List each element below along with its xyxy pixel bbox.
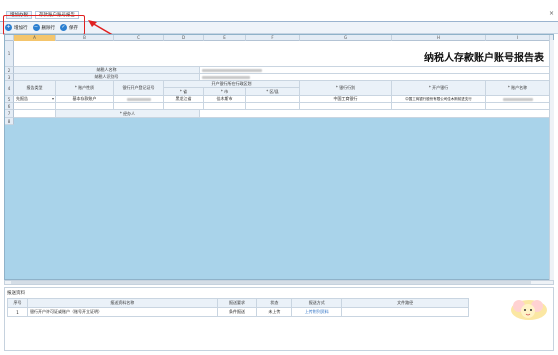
add-row-button[interactable]: + 增加行 xyxy=(5,24,28,31)
row-header[interactable]: 5 xyxy=(5,96,14,103)
account-name-value[interactable] xyxy=(486,96,550,103)
row-header[interactable]: 2 xyxy=(5,67,14,74)
empty-cell[interactable] xyxy=(300,103,392,110)
header-bank-name: * 开户银行 xyxy=(392,81,486,96)
empty-cell[interactable] xyxy=(486,103,550,110)
table-header-row: 序号 报送资料名称 报送要求 状态 报送方式 文件路径 xyxy=(7,298,469,308)
district-value[interactable] xyxy=(246,96,300,103)
taxpayer-name-value[interactable] xyxy=(200,67,550,74)
header-district: * 区/县 xyxy=(246,88,300,96)
tab-bar: 增加办税 存款账户账号报告 xyxy=(6,10,79,19)
row-header[interactable]: 4 xyxy=(5,81,14,96)
cell-path xyxy=(341,307,469,317)
top-strip: 增加办税 存款账户账号报告 × xyxy=(0,0,558,22)
save-label: 保存 xyxy=(69,25,78,31)
empty-cell[interactable] xyxy=(14,103,56,110)
delete-row-button[interactable]: − 删除行 xyxy=(32,24,56,31)
empty-cell[interactable] xyxy=(392,103,486,110)
close-icon[interactable]: × xyxy=(549,11,554,17)
report-sheet: A B C D E F G H I 1 2 3 4 5 6 7 8 纳税人存款账… xyxy=(4,34,554,280)
province-value[interactable]: 黑龙江省 xyxy=(164,96,204,103)
scroll-thumb[interactable] xyxy=(11,281,531,284)
city-value[interactable]: 佳木斯市 xyxy=(204,96,246,103)
cell-requirement: 条件报送 xyxy=(216,307,258,317)
col-no: 序号 xyxy=(7,298,28,308)
header-province: * 省 xyxy=(164,88,204,96)
taxpayer-id-value[interactable] xyxy=(200,74,550,81)
row-header[interactable]: 7 xyxy=(5,110,14,118)
report-type-value: 先报告 xyxy=(16,96,28,101)
cell-no: 1 xyxy=(7,307,28,317)
account-nature-value[interactable]: 基本存款账户 xyxy=(56,96,114,103)
tab-account-report[interactable]: 存款账户账号报告 xyxy=(35,10,79,19)
vertical-scrollbar[interactable] xyxy=(549,40,554,280)
bank-permit-value[interactable] xyxy=(114,96,164,103)
empty-cell[interactable] xyxy=(246,103,300,110)
agent-value[interactable] xyxy=(200,110,550,118)
bank-name-value[interactable]: 中国工商银行股份有限公司佳木斯前进支行 xyxy=(392,96,486,103)
redacted-text xyxy=(202,75,250,79)
empty-cell[interactable] xyxy=(164,103,204,110)
header-report-type: 报告类型 xyxy=(14,81,56,96)
toolbar: + 增加行 − 删除行 ✓ 保存 xyxy=(0,22,558,34)
col-path: 文件路径 xyxy=(341,298,469,308)
empty-cell[interactable] xyxy=(56,103,114,110)
minus-icon: − xyxy=(32,24,40,31)
empty-cell[interactable] xyxy=(14,110,56,118)
col-requirement: 报送要求 xyxy=(216,298,258,308)
delete-row-label: 删除行 xyxy=(41,25,56,31)
materials-panel: 报送资料 序号 报送资料名称 报送要求 状态 报送方式 文件路径 1 银行开户许… xyxy=(4,287,554,351)
empty-cell[interactable] xyxy=(204,103,246,110)
report-type-select[interactable]: 先报告 ▾ xyxy=(14,96,56,103)
chevron-down-icon[interactable]: ▾ xyxy=(52,96,54,101)
col-status: 状态 xyxy=(256,298,293,308)
header-bank-permit: 银行开户登记证号 xyxy=(114,81,164,96)
header-account-name: * 账户名称 xyxy=(486,81,550,96)
materials-table: 序号 报送资料名称 报送要求 状态 报送方式 文件路径 1 银行开户许可证或账户… xyxy=(7,298,469,317)
save-button[interactable]: ✓ 保存 xyxy=(60,24,78,31)
check-icon: ✓ xyxy=(60,24,67,31)
title-cell: 纳税人存款账户账号报告表 xyxy=(14,41,550,67)
taxpayer-name-label: 纳税人名称 xyxy=(14,67,200,74)
header-location-group: 开户银行所在行政区划 xyxy=(164,81,300,88)
upload-link[interactable]: 上传附列资料 xyxy=(291,307,343,317)
header-bank-type: * 银行行别 xyxy=(300,81,392,96)
redacted-text xyxy=(502,97,533,101)
row-header[interactable]: 1 xyxy=(5,41,14,67)
row-header[interactable]: 3 xyxy=(5,74,14,81)
col-method: 报送方式 xyxy=(291,298,343,308)
add-row-label: 增加行 xyxy=(14,25,28,31)
row-header[interactable]: 6 xyxy=(5,103,14,110)
header-city: * 市 xyxy=(204,88,246,96)
empty-cell[interactable] xyxy=(114,103,164,110)
cell-status: 未上传 xyxy=(256,307,293,317)
materials-title: 报送资料 xyxy=(7,291,25,296)
report-title: 纳税人存款账户账号报告表 xyxy=(424,53,544,64)
empty-row xyxy=(14,118,550,125)
agent-label: * 经办人 xyxy=(56,110,200,118)
col-name: 报送资料名称 xyxy=(26,298,218,308)
taxpayer-id-label: 纳税人识别号 xyxy=(14,74,200,81)
table-row: 1 银行开户许可证或账户（账号开立证明） 条件报送 未上传 上传附列资料 xyxy=(7,307,469,317)
redacted-text xyxy=(126,97,151,101)
header-account-nature: * 账户性质 xyxy=(56,81,114,96)
row-header[interactable]: 8 xyxy=(5,118,14,125)
horizontal-scrollbar[interactable] xyxy=(4,280,554,285)
redacted-text xyxy=(202,68,262,72)
mascot-illustration xyxy=(511,300,547,320)
tab-add-tax[interactable]: 增加办税 xyxy=(6,10,32,19)
bank-type-value[interactable]: 中国工商银行 xyxy=(300,96,392,103)
plus-icon: + xyxy=(5,24,12,31)
cell-name: 银行开户许可证或账户（账号开立证明） xyxy=(26,307,218,317)
